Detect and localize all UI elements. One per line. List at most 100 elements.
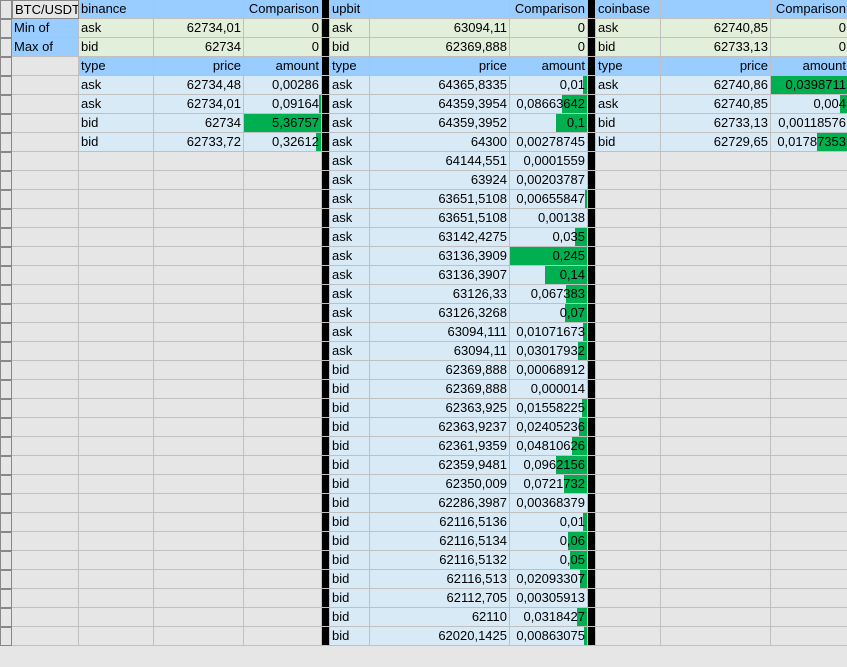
orderbook-price[interactable]: 62350,009 [370,475,510,494]
orderbook-amount[interactable]: 0,14 [510,266,588,285]
comparison-header[interactable]: Comparison [244,0,322,19]
orderbook-type[interactable]: bid [79,133,154,152]
orderbook-type[interactable]: bid [596,114,661,133]
orderbook-amount[interactable]: 0,03017932 [510,342,588,361]
orderbook-type[interactable]: bid [330,418,370,437]
comparison-header[interactable]: Comparison [771,0,847,19]
orderbook-price[interactable]: 62740,85 [661,95,771,114]
orderbook-type[interactable]: ask [79,76,154,95]
orderbook-amount[interactable]: 0,09164 [244,95,322,114]
orderbook-price[interactable]: 64144,551 [370,152,510,171]
orderbook-amount[interactable]: 0,245 [510,247,588,266]
orderbook-price[interactable]: 62110 [370,608,510,627]
orderbook-type[interactable]: bid [330,475,370,494]
orderbook-price[interactable]: 64300 [370,133,510,152]
orderbook-amount[interactable]: 0,0001559 [510,152,588,171]
orderbook-amount[interactable]: 0,0721732 [510,475,588,494]
col-amount[interactable]: amount [244,57,322,76]
orderbook-type[interactable]: bid [330,380,370,399]
orderbook-price[interactable]: 62733,72 [154,133,244,152]
orderbook-amount[interactable]: 0,01558225 [510,399,588,418]
orderbook-price[interactable]: 63094,111 [370,323,510,342]
orderbook-type[interactable]: bid [330,494,370,513]
exchange-upbit[interactable]: upbit [330,0,370,19]
orderbook-type[interactable]: bid [596,133,661,152]
orderbook-type[interactable]: ask [330,209,370,228]
orderbook-amount[interactable]: 0,04810626 [510,437,588,456]
comparison-header[interactable]: Comparison [510,0,588,19]
orderbook-price[interactable]: 62363,925 [370,399,510,418]
orderbook-price[interactable]: 62116,5132 [370,551,510,570]
orderbook-type[interactable]: ask [330,95,370,114]
orderbook-type[interactable]: ask [330,133,370,152]
orderbook-price[interactable]: 62740,86 [661,76,771,95]
orderbook-amount[interactable]: 0,01 [510,513,588,532]
orderbook-amount[interactable]: 0,0398711 [771,76,847,95]
orderbook-amount[interactable]: 0,00286 [244,76,322,95]
orderbook-price[interactable]: 62286,3987 [370,494,510,513]
col-price[interactable]: price [154,57,244,76]
orderbook-price[interactable]: 64359,3954 [370,95,510,114]
orderbook-price[interactable]: 62734,01 [154,95,244,114]
blank[interactable] [154,0,244,19]
orderbook-type[interactable]: bid [330,513,370,532]
orderbook-type[interactable]: bid [330,532,370,551]
orderbook-amount[interactable]: 0,000014 [510,380,588,399]
max-label[interactable]: Max of [12,38,79,57]
orderbook-type[interactable]: bid [79,114,154,133]
orderbook-price[interactable]: 63126,3268 [370,304,510,323]
orderbook-price[interactable]: 62734 [154,114,244,133]
orderbook-type[interactable]: bid [330,570,370,589]
orderbook-type[interactable]: ask [330,171,370,190]
orderbook-amount[interactable]: 0,01787353 [771,133,847,152]
coinbase-max-bid[interactable]: 62733,13 [661,38,771,57]
orderbook-price[interactable]: 62729,65 [661,133,771,152]
orderbook-type[interactable]: bid [330,589,370,608]
orderbook-price[interactable]: 62369,888 [370,380,510,399]
orderbook-type[interactable]: ask [330,228,370,247]
orderbook-amount[interactable]: 0,00305913 [510,589,588,608]
col-type[interactable]: type [79,57,154,76]
orderbook-type[interactable]: bid [330,437,370,456]
orderbook-type[interactable]: ask [596,76,661,95]
orderbook-price[interactable]: 62112,705 [370,589,510,608]
orderbook-price[interactable]: 63126,33 [370,285,510,304]
orderbook-amount[interactable]: 0,00278745 [510,133,588,152]
spreadsheet[interactable]: BTC/USDTbinanceComparisonupbitComparison… [0,0,847,667]
orderbook-type[interactable]: ask [330,342,370,361]
orderbook-price[interactable]: 63142,4275 [370,228,510,247]
orderbook-amount[interactable]: 0,00138 [510,209,588,228]
orderbook-amount[interactable]: 0,01071673 [510,323,588,342]
orderbook-price[interactable]: 62020,1425 [370,627,510,646]
orderbook-type[interactable]: ask [596,95,661,114]
orderbook-amount[interactable]: 0,00655847 [510,190,588,209]
orderbook-type[interactable]: ask [330,76,370,95]
orderbook-price[interactable]: 63651,5108 [370,190,510,209]
orderbook-amount[interactable]: 0,1 [510,114,588,133]
orderbook-amount[interactable]: 0,07 [510,304,588,323]
coinbase-min-ask[interactable]: 62740,85 [661,19,771,38]
orderbook-amount[interactable]: 0,067383 [510,285,588,304]
pair-label[interactable]: BTC/USDT [12,0,79,19]
orderbook-price[interactable]: 62116,5136 [370,513,510,532]
binance-min-ask[interactable]: 62734,01 [154,19,244,38]
orderbook-amount[interactable]: 0,004 [771,95,847,114]
orderbook-price[interactable]: 63136,3907 [370,266,510,285]
min-label[interactable]: Min of [12,19,79,38]
orderbook-amount[interactable]: 0,02093307 [510,570,588,589]
orderbook-amount[interactable]: 0,08663642 [510,95,588,114]
orderbook-type[interactable]: ask [330,114,370,133]
orderbook-price[interactable]: 63924 [370,171,510,190]
orderbook-amount[interactable]: 5,36757 [244,114,322,133]
orderbook-amount[interactable]: 0,035 [510,228,588,247]
orderbook-price[interactable]: 62734,48 [154,76,244,95]
orderbook-amount[interactable]: 0,00203787 [510,171,588,190]
upbit-min-ask[interactable]: 63094,11 [370,19,510,38]
orderbook-amount[interactable]: 0,05 [510,551,588,570]
orderbook-price[interactable]: 63094,11 [370,342,510,361]
orderbook-type[interactable]: ask [79,95,154,114]
orderbook-amount[interactable]: 0,00118576 [771,114,847,133]
orderbook-price[interactable]: 62369,888 [370,361,510,380]
orderbook-type[interactable]: ask [330,266,370,285]
orderbook-amount[interactable]: 0,06 [510,532,588,551]
